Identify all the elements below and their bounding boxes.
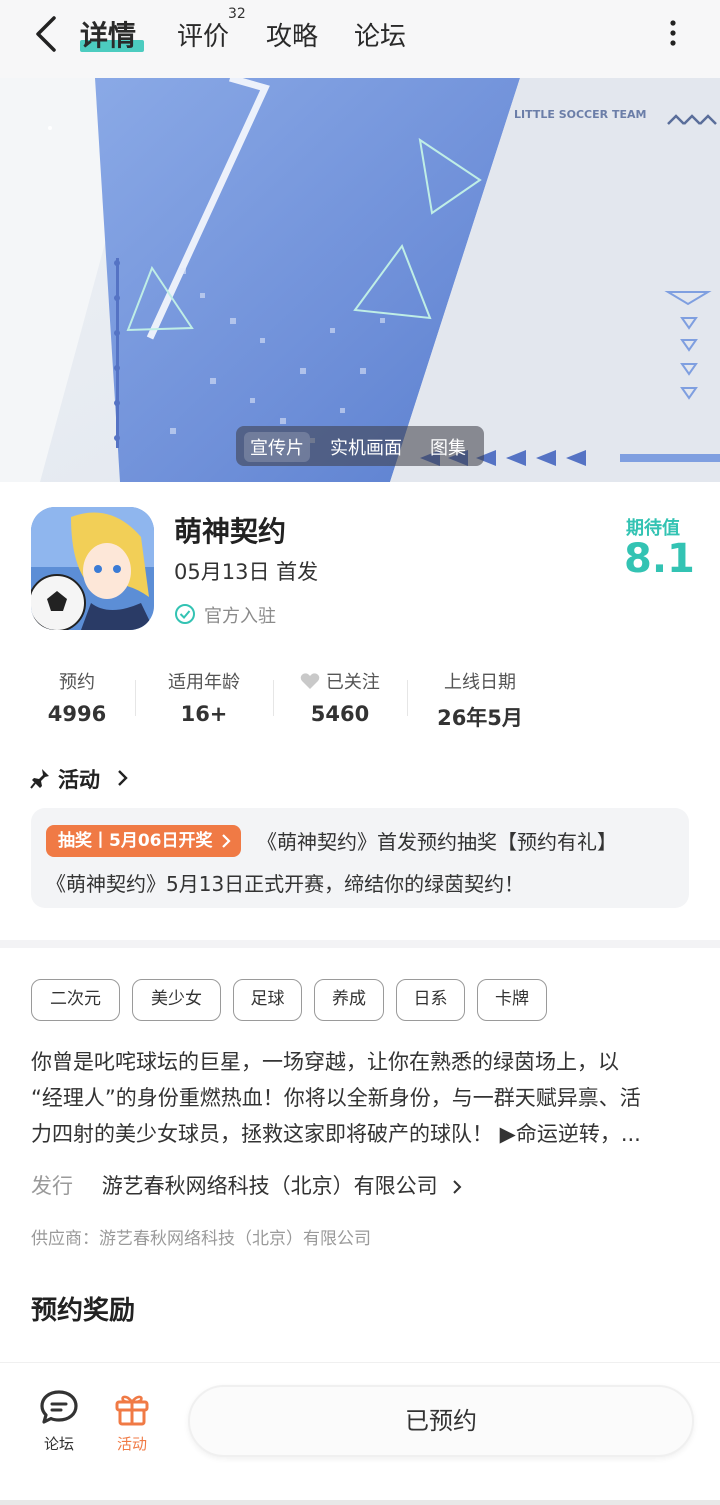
reserved-button[interactable]: 已预约 — [188, 1385, 694, 1457]
media-tab-gallery[interactable]: 图集 — [430, 434, 466, 460]
official-label: 官方入驻 — [204, 606, 276, 627]
activity-title: 活动 — [58, 768, 100, 792]
stat-label: 已关注 — [325, 672, 380, 693]
banner-overlay-text: LITTLE SOCCER TEAM — [514, 108, 646, 121]
expectation-value: 8.1 — [624, 536, 695, 582]
media-tab-gameplay[interactable]: 实机画面 — [330, 434, 402, 460]
heart-icon — [300, 673, 320, 689]
tab-guides[interactable]: 攻略 — [266, 16, 318, 53]
description-line: 你曾是叱咤球坛的巨星，一场穿越，让你在熟悉的绿茵场上，以 — [31, 1050, 619, 1074]
activity-label: 活动 — [116, 1435, 147, 1453]
tag-item[interactable]: 二次元 — [31, 979, 120, 1021]
chevron-right-icon — [118, 770, 128, 786]
publisher-name: 游艺春秋网络科技（北京）有限公司 — [101, 1174, 438, 1198]
game-description[interactable]: 你曾是叱咤球坛的巨星，一场穿越，让你在熟悉的绿茵场上，以 “经理人”的身份重燃热… — [31, 1044, 695, 1152]
activity-text-line2: 《萌神契约》5月13日正式开赛，缔结你的绿茵契约！ — [46, 872, 525, 896]
activity-text-line1: 《萌神契约》首发预约抽奖【预约有礼】 — [257, 830, 617, 854]
activity-card[interactable]: 抽奖丨5月06日开奖 《萌神契约》首发预约抽奖【预约有礼】 《萌神契约》5月13… — [31, 808, 689, 908]
bottom-forum-button[interactable]: 论坛 — [29, 1389, 89, 1454]
tab-details[interactable]: 详情 — [80, 14, 136, 54]
stat-value: 16+ — [180, 702, 228, 726]
verified-check-icon — [175, 604, 195, 624]
reviews-count-badge: 32 — [228, 6, 246, 22]
pin-icon — [30, 769, 49, 789]
tab-forum[interactable]: 论坛 — [354, 16, 406, 53]
stat-label: 适用年龄 — [168, 672, 240, 693]
release-date: 05月13日 首发 — [174, 560, 319, 584]
bottom-activity-button[interactable]: 活动 — [102, 1389, 162, 1454]
section-divider — [0, 940, 720, 948]
back-icon[interactable] — [30, 14, 64, 54]
tag-item[interactable]: 卡牌 — [477, 979, 547, 1021]
stat-value: 4996 — [47, 702, 107, 726]
bottom-action-bar: 论坛 活动 已预约 — [0, 1362, 720, 1505]
media-tab-switcher: 宣传片 实机画面 图集 — [236, 426, 484, 466]
media-banner[interactable]: LITTLE SOCCER TEAM — [0, 78, 720, 482]
stat-label: 上线日期 — [444, 672, 516, 693]
stat-value: 5460 — [310, 702, 370, 726]
stat-launch-date: 上线日期 26年5月 — [415, 668, 545, 732]
game-app-icon — [31, 507, 154, 630]
banner-artwork: LITTLE SOCCER TEAM — [0, 78, 720, 482]
lottery-badge[interactable]: 抽奖丨5月06日开奖 — [46, 825, 241, 857]
stat-followers[interactable]: 已关注 5460 — [275, 668, 405, 726]
forum-label: 论坛 — [43, 1435, 74, 1453]
stat-age-rating: 适用年龄 16+ — [139, 668, 269, 726]
tab-reviews[interactable]: 评价 — [177, 16, 229, 53]
tag-item[interactable]: 日系 — [396, 979, 465, 1021]
top-nav: 详情 评价 32 攻略 论坛 — [0, 0, 720, 78]
tag-item[interactable]: 足球 — [233, 979, 302, 1021]
tag-item[interactable]: 养成 — [314, 979, 384, 1021]
stat-label: 预约 — [59, 672, 95, 693]
rewards-section-title: 预约奖励 — [31, 1296, 136, 1326]
chevron-right-icon — [453, 1180, 462, 1194]
more-options-icon[interactable] — [666, 18, 680, 48]
supplier-text: 供应商：游艺春秋网络科技（北京）有限公司 — [31, 1229, 371, 1249]
game-title: 萌神契约 — [174, 515, 287, 548]
media-tab-trailer[interactable]: 宣传片 — [244, 432, 310, 462]
publisher-label: 发行 — [31, 1174, 73, 1198]
publisher-row[interactable]: 发行 游艺春秋网络科技（北京）有限公司 — [31, 1170, 462, 1200]
description-line: 力四射的美少女球员，拯救这家即将破产的球队！ ▶命运逆转，... — [31, 1122, 641, 1146]
stat-divider — [407, 680, 408, 716]
lottery-badge-label: 抽奖丨5月06日开奖 — [58, 831, 213, 851]
forum-chat-icon — [40, 1390, 78, 1424]
description-line: “经理人”的身份重燃热血！你将以全新身份，与一群天赋异禀、活 — [31, 1086, 641, 1110]
stat-value: 26年5月 — [437, 706, 523, 730]
gift-icon — [115, 1395, 149, 1426]
stat-reservations: 预约 4996 — [12, 668, 142, 726]
home-indicator — [0, 1500, 720, 1505]
chevron-right-icon — [221, 834, 231, 848]
stat-divider — [273, 680, 274, 716]
tag-item[interactable]: 美少女 — [132, 979, 221, 1021]
stat-divider — [135, 680, 136, 716]
